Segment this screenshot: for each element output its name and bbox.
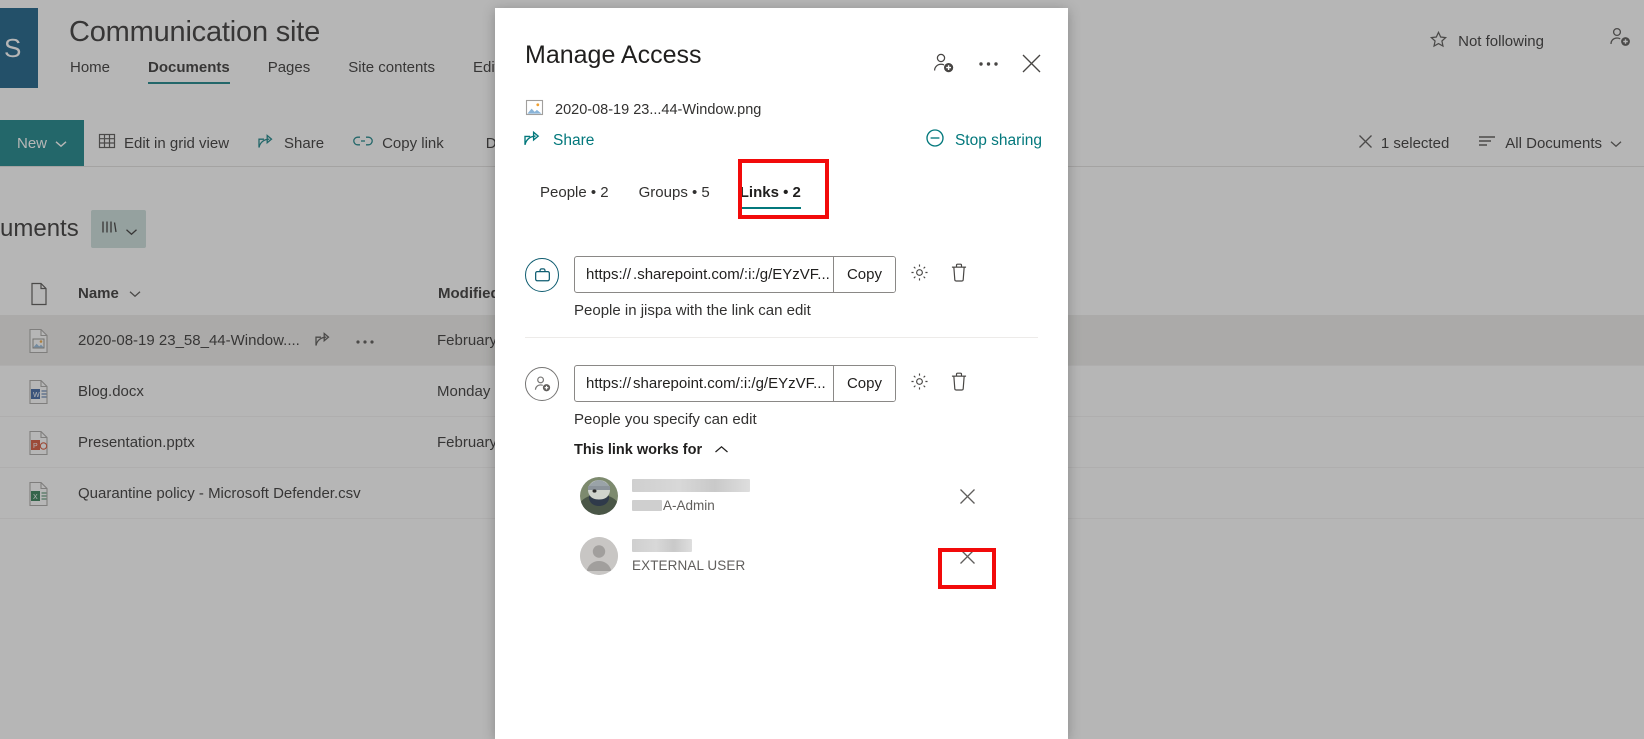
link-permission-description: People in jispa with the link can edit [574, 302, 811, 319]
chevron-up-icon [714, 442, 729, 458]
link-url-prefix: https:// [586, 266, 632, 283]
share-icon [523, 129, 543, 152]
person-info: EXTERNAL USER [632, 539, 950, 573]
more-icon[interactable] [978, 61, 999, 67]
close-icon[interactable] [1021, 53, 1042, 74]
link-url-suffix: sharepoint.com/:i:/g/EYzVF... [633, 375, 826, 392]
link-settings-button[interactable] [902, 258, 936, 292]
remove-person-button[interactable] [950, 539, 984, 573]
link-url-field[interactable]: https://.sharepoint.com/:i:/g/EYzVF... C… [574, 256, 896, 293]
this-link-works-for-label: This link works for [574, 442, 703, 458]
tab-people[interactable]: People • 2 [525, 180, 624, 215]
list-item: EXTERNAL USER [580, 534, 984, 578]
link-url-prefix: https:// [586, 375, 632, 392]
list-item: A-Admin [580, 474, 984, 518]
remove-person-button[interactable] [950, 479, 984, 513]
person-subtitle: A-Admin [632, 498, 950, 513]
person-add-icon [525, 366, 559, 401]
person-info: A-Admin [632, 479, 950, 513]
person-subtitle: EXTERNAL USER [632, 558, 950, 573]
dialog-header-actions [931, 52, 1042, 75]
dialog-share-button[interactable]: Share [523, 129, 594, 152]
avatar [580, 537, 618, 575]
trash-icon [949, 262, 969, 288]
briefcase-icon [525, 257, 559, 292]
link-settings-button[interactable] [902, 367, 936, 401]
tab-links[interactable]: Links • 2 [725, 180, 816, 215]
dialog-file-name: 2020-08-19 23...44-Window.png [555, 101, 762, 118]
link-delete-button[interactable] [942, 258, 976, 292]
dialog-tabs: People • 2 Groups • 5 Links • 2 [525, 180, 816, 215]
copy-link-button[interactable]: Copy [832, 366, 895, 401]
avatar [580, 477, 618, 515]
manage-access-dialog: Manage Access 2020-08-19 23...44-Window.… [495, 8, 1068, 739]
link-item: https://sharepoint.com/:i:/g/EYzVF... Co… [495, 365, 1068, 578]
link-url-suffix: .sharepoint.com/:i:/g/EYzVF... [633, 266, 830, 283]
add-person-icon[interactable] [931, 52, 956, 75]
stop-sharing-button[interactable]: Stop sharing [925, 128, 1042, 153]
link-delete-button[interactable] [942, 367, 976, 401]
dialog-title: Manage Access [525, 41, 702, 69]
link-row: https://.sharepoint.com/:i:/g/EYzVF... C… [495, 256, 1068, 293]
link-url-field[interactable]: https://sharepoint.com/:i:/g/EYzVF... Co… [574, 365, 896, 402]
redacted-person-name [632, 539, 692, 552]
image-file-icon [525, 98, 544, 121]
link-item: https://.sharepoint.com/:i:/g/EYzVF... C… [495, 256, 1068, 338]
person-subtitle-label: EXTERNAL USER [632, 558, 746, 573]
dialog-share-actions: Share Stop sharing [523, 128, 1042, 153]
tab-groups[interactable]: Groups • 5 [624, 180, 725, 215]
link-url-text: https://.sharepoint.com/:i:/g/EYzVF... [575, 257, 833, 292]
this-link-works-for-toggle[interactable]: This link works for [574, 442, 729, 458]
redacted-subtitle-prefix [632, 500, 662, 511]
dialog-file-info: 2020-08-19 23...44-Window.png [525, 98, 761, 121]
link-divider [525, 337, 1038, 338]
redacted-person-name [632, 479, 750, 492]
block-icon [925, 128, 945, 153]
person-subtitle-label: A-Admin [663, 498, 715, 513]
gear-icon [909, 371, 930, 397]
link-permission-description: People you specify can edit [574, 411, 757, 428]
copy-link-button[interactable]: Copy [832, 257, 895, 292]
gear-icon [909, 262, 930, 288]
link-url-text: https://sharepoint.com/:i:/g/EYzVF... [575, 366, 833, 401]
trash-icon [949, 371, 969, 397]
dialog-share-label: Share [553, 131, 595, 149]
link-row: https://sharepoint.com/:i:/g/EYzVF... Co… [495, 365, 1068, 402]
stop-sharing-label: Stop sharing [954, 131, 1042, 149]
